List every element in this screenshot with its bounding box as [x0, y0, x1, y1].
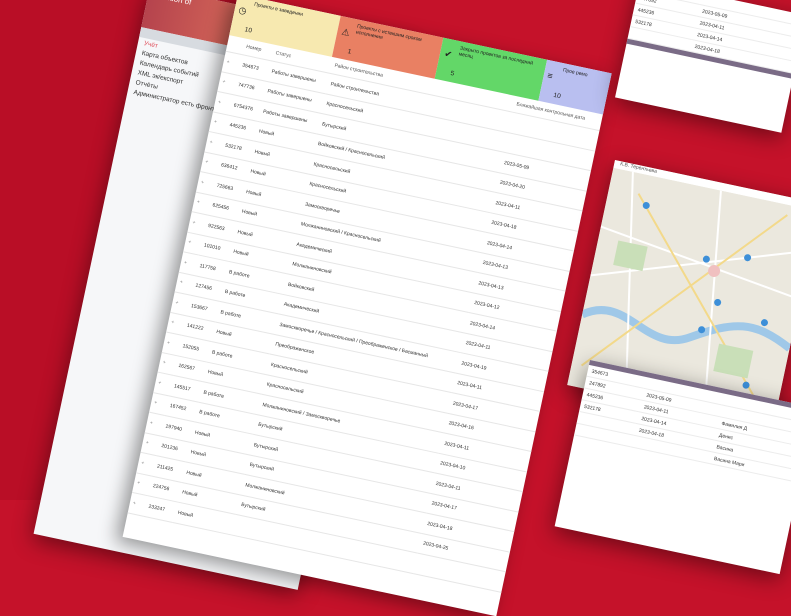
card-value: 10 [552, 91, 562, 101]
card-label: Проекты в заведении [253, 1, 304, 18]
signal-icon: ≡ [546, 70, 554, 82]
warning-icon: ⚠ [340, 26, 351, 38]
clock-icon: ◷ [237, 4, 248, 17]
card-label: Закрыто проектов за последний месяц [458, 45, 534, 67]
card-label: Проекты с истекшим сроком исполнения [355, 23, 423, 44]
card-label: Прое ремо [562, 67, 589, 79]
check-icon: ✔ [443, 48, 454, 60]
card-value: 1 [346, 48, 352, 56]
mini-table-top: 3546732478922023-05-094452362023-04-1153… [615, 0, 791, 133]
card-value: 5 [449, 70, 455, 78]
card-value: 10 [244, 26, 253, 35]
